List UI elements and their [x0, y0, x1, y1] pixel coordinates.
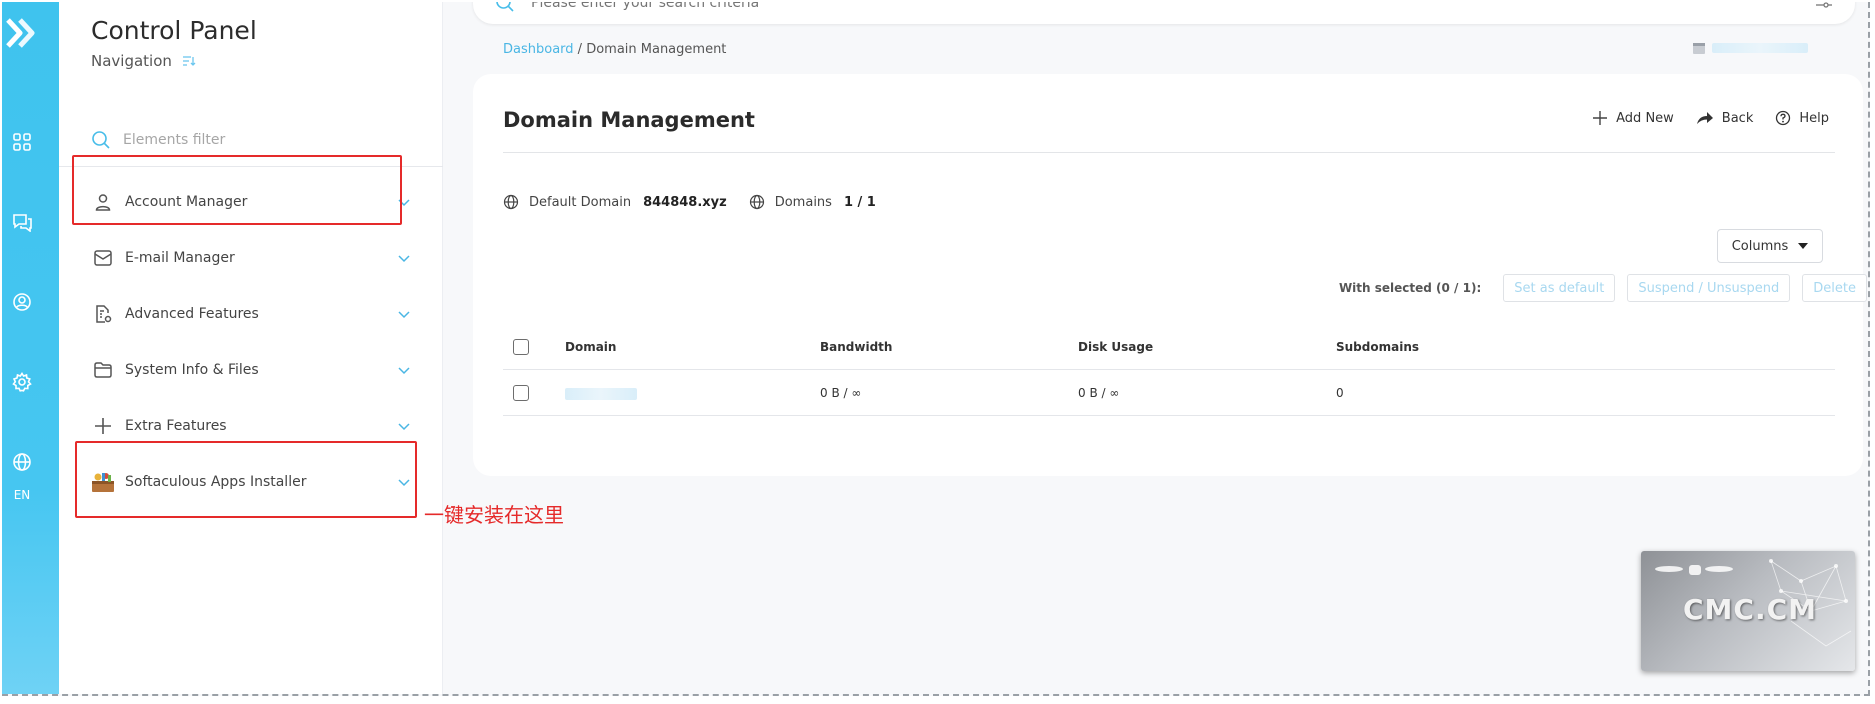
bulk-actions: With selected (0 / 1): Set as default Su… [1339, 274, 1867, 302]
icon-rail: EN [2, 2, 59, 694]
screenshot-frame: EN Control Panel Navigation Account Mana… [0, 0, 1875, 704]
grid-icon[interactable] [10, 130, 34, 154]
nav-item-label: E-mail Manager [125, 250, 235, 266]
columns-label: Columns [1731, 238, 1789, 254]
add-new-label: Add New [1616, 110, 1674, 126]
domains-count-label: Domains [774, 194, 832, 210]
breadcrumb-dashboard-link[interactable]: Dashboard [503, 42, 574, 57]
watermark-text: CMC.CM [1683, 593, 1818, 626]
help-label: Help [1799, 110, 1829, 126]
column-header-subdomains[interactable]: Subdomains [1336, 340, 1419, 354]
chevron-down-icon [398, 255, 410, 263]
page-title: Domain Management [503, 108, 755, 132]
default-domain-value: 844848.xyz [643, 194, 727, 210]
bandwidth-value: 0 B / ∞ [820, 386, 862, 400]
back-button[interactable]: Back [1696, 110, 1754, 126]
nav-item-system-info[interactable]: System Info & Files [91, 350, 411, 390]
breadcrumb-current: Domain Management [586, 42, 727, 57]
globe-icon [503, 194, 519, 210]
nav-item-label: System Info & Files [125, 362, 259, 378]
plus-icon [91, 414, 115, 438]
domain-summary: Default Domain 844848.xyz Domains 1 / 1 [503, 194, 876, 210]
search-icon [496, 2, 514, 12]
user-circle-icon[interactable] [10, 290, 34, 314]
caret-down-icon [1798, 243, 1809, 249]
domain-management-card: Domain Management Add New Back Help Defa… [473, 74, 1867, 476]
nav-item-label: Advanced Features [125, 306, 259, 322]
add-new-button[interactable]: Add New [1592, 110, 1674, 126]
domain-link[interactable] [565, 388, 637, 400]
table-row: 0 B / ∞ 0 B / ∞ 0 [503, 370, 1835, 416]
column-header-bandwidth[interactable]: Bandwidth [820, 340, 892, 354]
table-header-row: Domain Bandwidth Disk Usage Subdomains [503, 324, 1835, 370]
help-button[interactable]: Help [1775, 110, 1829, 126]
user-menu[interactable] [1692, 40, 1812, 56]
chevron-down-icon [398, 311, 410, 319]
redacted-username [1712, 43, 1808, 53]
nav-item-extra-features[interactable]: Extra Features [91, 406, 411, 446]
search-icon [92, 131, 110, 149]
row-checkbox[interactable] [513, 385, 529, 401]
breadcrumb: Dashboard / Domain Management [503, 42, 726, 57]
plus-icon [1593, 111, 1608, 125]
panel-subtitle: Navigation [91, 52, 196, 70]
logo-icon[interactable] [6, 16, 36, 50]
chevron-down-icon [398, 367, 410, 375]
filter-input[interactable] [123, 132, 383, 148]
filter-settings-icon[interactable] [1815, 2, 1833, 12]
nav-item-label: Extra Features [125, 418, 227, 434]
app-window: EN Control Panel Navigation Account Mana… [2, 2, 1870, 696]
gear-icon[interactable] [10, 370, 34, 394]
search-input[interactable] [531, 2, 1631, 11]
help-icon [1776, 110, 1791, 126]
highlight-box-softaculous [75, 441, 417, 518]
disk-usage-value: 0 B / ∞ [1078, 386, 1120, 400]
mail-icon [91, 246, 115, 270]
back-label: Back [1721, 110, 1754, 126]
document-gear-icon [91, 302, 115, 326]
elements-filter [91, 130, 411, 150]
card-divider [503, 152, 1835, 153]
sort-icon[interactable] [182, 55, 196, 67]
breadcrumb-separator: / [573, 42, 587, 57]
subdomains-value: 0 [1336, 386, 1344, 400]
domains-count-value: 1 / 1 [843, 194, 876, 210]
columns-dropdown[interactable]: Columns [1717, 229, 1823, 263]
chevron-down-icon [398, 423, 410, 431]
column-header-domain[interactable]: Domain [565, 340, 616, 354]
calendar-icon [1693, 43, 1705, 54]
panel-title: Control Panel [91, 16, 257, 45]
language-switch[interactable]: EN [8, 488, 36, 502]
select-all-checkbox[interactable] [513, 339, 529, 355]
nav-item-advanced-features[interactable]: Advanced Features [91, 294, 411, 334]
global-search [473, 2, 1855, 24]
column-header-disk[interactable]: Disk Usage [1078, 340, 1153, 354]
suspend-button[interactable]: Suspend / Unsuspend [1627, 274, 1791, 302]
share-arrow-icon [1696, 112, 1713, 124]
highlight-box-account-manager [72, 155, 402, 225]
domains-table: Domain Bandwidth Disk Usage Subdomains 0… [503, 324, 1835, 416]
globe-icon[interactable] [10, 450, 34, 474]
default-domain-label: Default Domain [529, 194, 632, 210]
page-actions: Add New Back Help [1592, 110, 1829, 126]
selection-count: With selected (0 / 1): [1338, 281, 1482, 295]
chat-icon[interactable] [10, 210, 34, 234]
nav-item-email-manager[interactable]: E-mail Manager [91, 238, 411, 278]
navigation-panel: Control Panel Navigation Account Manager… [59, 2, 443, 694]
panel-subtitle-label: Navigation [91, 52, 172, 70]
delete-button[interactable]: Delete [1802, 274, 1867, 302]
set-default-button[interactable]: Set as default [1503, 274, 1616, 302]
watermark-image: CMC.CM [1641, 551, 1855, 671]
folder-icon [91, 358, 115, 382]
globe-icon [749, 194, 764, 210]
